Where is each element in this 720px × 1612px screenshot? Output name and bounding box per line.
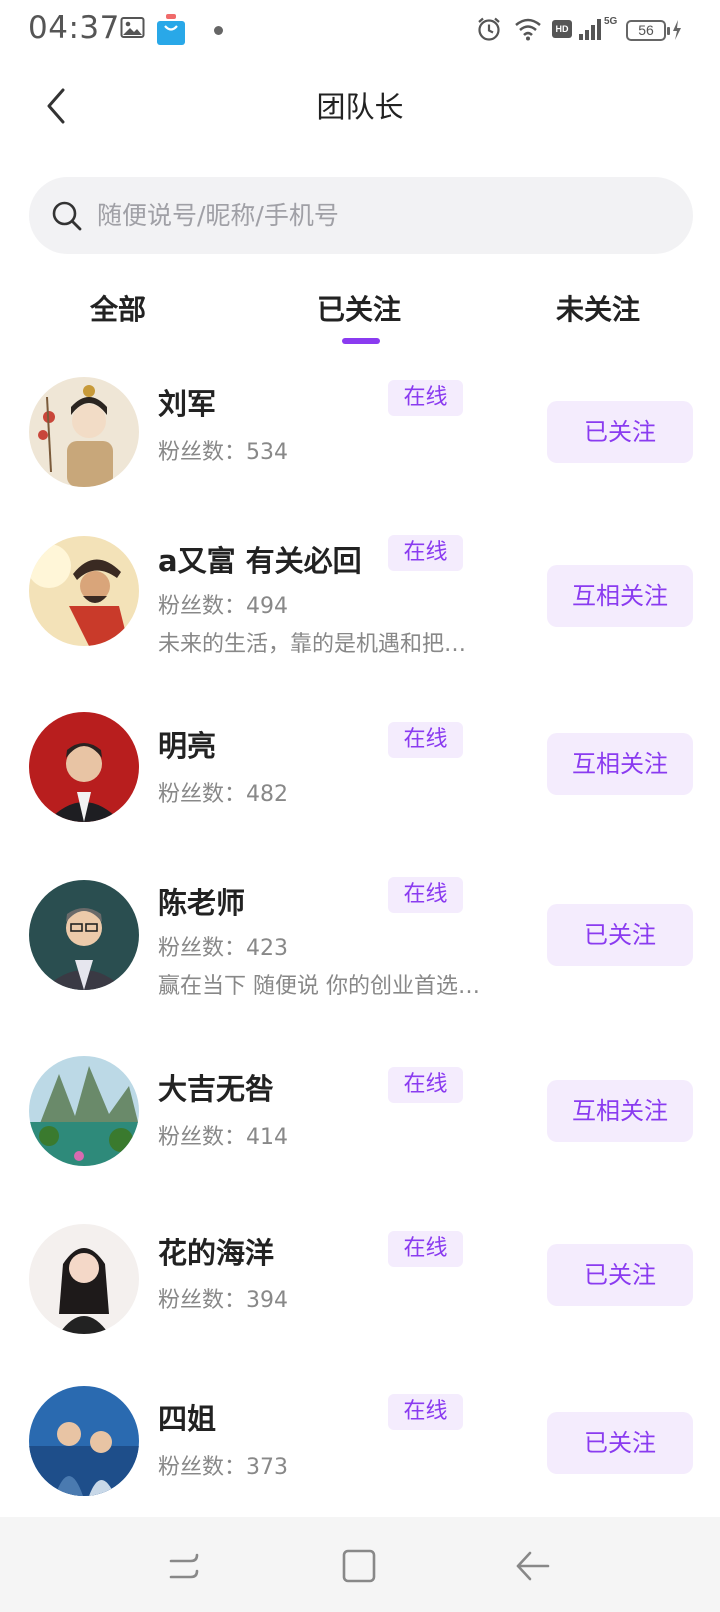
online-status-badge: 在线 <box>388 1067 463 1103</box>
fans-count: 粉丝数：423 <box>158 936 288 961</box>
follow-button[interactable]: 互相关注 <box>547 565 693 627</box>
list-item[interactable]: 花的海洋 在线 粉丝数：394 已关注 <box>0 1224 720 1400</box>
alarm-icon <box>476 16 502 46</box>
fans-count: 粉丝数：534 <box>158 440 288 465</box>
home-button[interactable] <box>336 1543 382 1589</box>
tab-bar: 全部 已关注 未关注 <box>0 280 720 350</box>
avatar <box>29 712 139 822</box>
search-icon <box>52 201 82 230</box>
user-name: 大吉无咎 <box>158 1072 275 1106</box>
user-name: 刘军 <box>158 387 217 421</box>
avatar <box>29 880 139 990</box>
follow-button[interactable]: 已关注 <box>547 904 693 966</box>
status-bar: 04:37 HD 5G 56 <box>0 0 720 60</box>
home-icon <box>342 1549 376 1583</box>
online-status-badge: 在线 <box>388 1231 463 1267</box>
screen: 04:37 HD 5G 56 团队长 随便说号/昵称/手机号 全部 已关注 未关… <box>0 0 720 1612</box>
online-status-badge: 在线 <box>388 722 463 758</box>
online-status-badge: 在线 <box>388 535 463 571</box>
active-tab-indicator <box>342 338 380 344</box>
list-item[interactable]: 陈老师 在线 粉丝数：423 赢在当下 随便说 你的创业首选… 已关注 <box>0 877 720 1056</box>
avatar <box>29 377 139 487</box>
user-name: a又富 有关必回 <box>158 544 362 578</box>
signal-icon <box>578 18 604 44</box>
follow-button[interactable]: 已关注 <box>547 401 693 463</box>
user-name: 花的海洋 <box>158 1236 275 1270</box>
shopping-bag-icon <box>156 14 186 50</box>
tab-unfollowed[interactable]: 未关注 <box>556 288 640 328</box>
user-bio: 未来的生活，靠的是机遇和把… <box>158 632 467 657</box>
user-name: 陈老师 <box>158 886 246 920</box>
user-name: 明亮 <box>158 729 217 763</box>
online-status-badge: 在线 <box>388 1394 463 1430</box>
user-bio: 赢在当下 随便说 你的创业首选… <box>158 974 480 999</box>
online-status-badge: 在线 <box>388 380 463 416</box>
tab-followed[interactable]: 已关注 <box>317 288 401 328</box>
wifi-icon <box>514 17 542 45</box>
fans-count: 粉丝数：482 <box>158 782 288 807</box>
list-item[interactable]: 大吉无咎 在线 粉丝数：414 互相关注 <box>0 1056 720 1232</box>
fans-count: 粉丝数：373 <box>158 1455 288 1480</box>
tab-all[interactable]: 全部 <box>90 288 146 328</box>
avatar <box>29 1224 139 1334</box>
hd-icon: HD <box>552 20 572 38</box>
search-bar[interactable] <box>29 177 693 254</box>
avatar <box>29 1386 139 1496</box>
avatar <box>29 1056 139 1166</box>
system-back-button[interactable] <box>510 1543 556 1589</box>
system-nav-bar <box>0 1517 720 1612</box>
avatar <box>29 536 139 646</box>
fans-count: 粉丝数：394 <box>158 1288 288 1313</box>
notification-dot-icon <box>214 26 223 35</box>
follow-button[interactable]: 已关注 <box>547 1244 693 1306</box>
header: 团队长 <box>0 60 720 152</box>
follow-button[interactable]: 已关注 <box>547 1412 693 1474</box>
user-name: 四姐 <box>158 1402 217 1436</box>
page-title: 团队长 <box>316 90 404 124</box>
list-item[interactable]: 明亮 在线 粉丝数：482 互相关注 <box>0 704 720 880</box>
charging-icon <box>672 20 682 44</box>
list-item[interactable]: a又富 有关必回 在线 粉丝数：494 未来的生活，靠的是机遇和把… 互相关注 <box>0 528 720 704</box>
user-list: 刘军 在线 粉丝数：534 已关注 a又富 有关必回 在线 粉丝数：494 未来… <box>0 352 720 1517</box>
gallery-icon <box>120 16 146 44</box>
network-type-label: 5G <box>604 16 618 27</box>
recent-apps-button[interactable] <box>163 1543 209 1589</box>
status-time: 04:37 <box>28 10 120 46</box>
follow-button[interactable]: 互相关注 <box>547 733 693 795</box>
list-item[interactable]: 四姐 在线 粉丝数：373 已关注 <box>0 1386 720 1517</box>
fans-count: 粉丝数：414 <box>158 1125 288 1150</box>
follow-button[interactable]: 互相关注 <box>547 1080 693 1142</box>
fans-count: 粉丝数：494 <box>158 594 288 619</box>
online-status-badge: 在线 <box>388 877 463 913</box>
battery-icon: 56 <box>626 20 670 41</box>
search-input[interactable] <box>97 201 637 230</box>
back-icon <box>516 1551 550 1581</box>
list-item[interactable]: 刘军 在线 粉丝数：534 已关注 <box>0 352 720 528</box>
recent-apps-icon <box>169 1553 199 1579</box>
